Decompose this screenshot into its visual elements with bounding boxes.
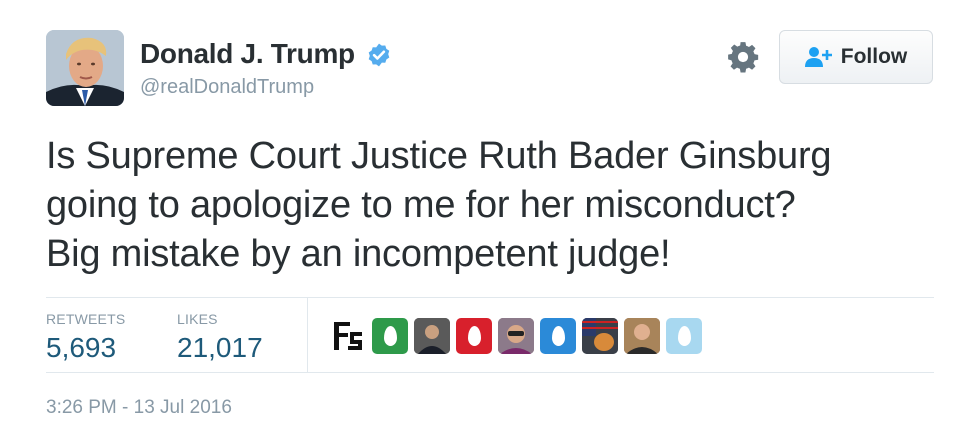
follow-button-label: Follow <box>840 45 908 68</box>
retweets-label[interactable]: RETWEETS <box>46 311 125 327</box>
gear-icon[interactable] <box>726 40 760 74</box>
liker-avatar[interactable] <box>330 318 366 354</box>
follow-button[interactable]: Follow <box>779 30 933 84</box>
display-name[interactable]: Donald J. Trump <box>140 38 355 70</box>
verified-badge-icon <box>368 43 390 67</box>
tweet-text: Is Supreme Court Justice Ruth Bader Gins… <box>46 132 936 279</box>
liker-avatar[interactable] <box>456 318 492 354</box>
photo-icon <box>498 318 534 354</box>
photo-icon <box>624 318 660 354</box>
liker-avatar[interactable] <box>582 318 618 354</box>
photo-icon <box>414 318 450 354</box>
liker-avatar[interactable] <box>414 318 450 354</box>
liker-avatar[interactable] <box>666 318 702 354</box>
logo-icon <box>334 322 362 350</box>
egg-icon <box>467 326 481 346</box>
egg-icon <box>551 326 565 346</box>
egg-icon <box>677 326 691 346</box>
divider <box>46 297 934 298</box>
likes-label[interactable]: LIKES <box>177 311 218 327</box>
divider <box>46 372 934 373</box>
tweet-line: Big mistake by an incompetent judge! <box>46 233 671 275</box>
liker-avatar[interactable] <box>624 318 660 354</box>
liker-avatar[interactable] <box>498 318 534 354</box>
avatar[interactable] <box>46 30 124 106</box>
tweet-line: Is Supreme Court Justice Ruth Bader Gins… <box>46 135 832 177</box>
likers-avatars <box>330 318 702 354</box>
retweets-count[interactable]: 5,693 <box>46 332 116 364</box>
liker-avatar[interactable] <box>540 318 576 354</box>
tweet-timestamp[interactable]: 3:26 PM - 13 Jul 2016 <box>46 397 232 419</box>
likes-count[interactable]: 21,017 <box>177 332 263 364</box>
person-plus-icon <box>804 47 832 67</box>
tweet-line: going to apologize to me for her miscond… <box>46 184 796 226</box>
stats-divider <box>307 298 308 372</box>
egg-icon <box>383 326 397 346</box>
photo-icon <box>582 318 618 354</box>
liker-avatar[interactable] <box>372 318 408 354</box>
user-handle[interactable]: @realDonaldTrump <box>140 76 314 99</box>
